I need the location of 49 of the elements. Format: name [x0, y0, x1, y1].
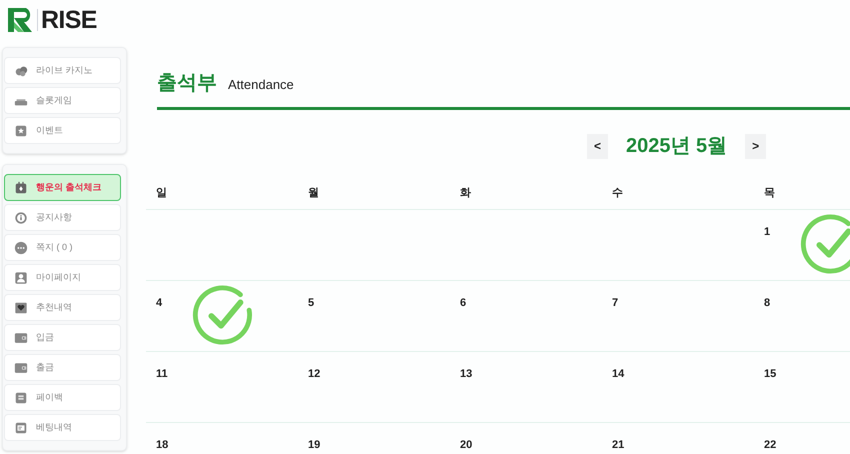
- weekday-label: 수: [612, 186, 623, 198]
- sidebar-item[interactable]: 슬롯게임: [4, 87, 121, 114]
- sidebar-item[interactable]: 페이백: [4, 384, 121, 411]
- day-number: 1: [764, 226, 770, 238]
- day-number: 12: [308, 368, 320, 380]
- day-number: 5: [308, 297, 314, 309]
- sidebar-item[interactable]: 행운의 출석체크: [4, 174, 121, 201]
- sidebar-item[interactable]: 베팅내역: [4, 414, 121, 441]
- day-number: 15: [764, 368, 776, 380]
- day-number: 8: [764, 297, 770, 309]
- day-number: 19: [308, 439, 320, 451]
- day-number: 11: [156, 368, 168, 380]
- weekday-label: 월: [308, 186, 319, 198]
- page-subtitle: Attendance: [228, 76, 294, 94]
- calendar-icon: [14, 180, 28, 194]
- sidebar-item[interactable]: 마이페이지: [4, 264, 121, 291]
- previous-month-button[interactable]: <: [587, 134, 608, 158]
- wallet-icon: [14, 330, 28, 344]
- wallet-icon: [14, 360, 28, 374]
- day-number: 22: [764, 439, 776, 451]
- day-number: 18: [156, 439, 168, 451]
- weekday-label: 화: [460, 186, 471, 198]
- day-number: 21: [612, 439, 624, 451]
- day-number: 6: [460, 297, 466, 309]
- receipt-icon: [14, 390, 28, 404]
- sidebar-item[interactable]: 공지사항: [4, 204, 121, 231]
- sidebar-item[interactable]: 라이브 카지노: [4, 57, 121, 84]
- logo-icon: [8, 8, 34, 32]
- page-title: 출석부: [157, 71, 217, 96]
- sidebar-item[interactable]: 쪽지 ( 0 ): [4, 234, 121, 261]
- chat-bubble-icon: [14, 240, 28, 254]
- logo-text: RISE: [41, 8, 97, 32]
- sidebar-item[interactable]: 이벤트: [4, 117, 121, 144]
- next-month-button[interactable]: >: [745, 134, 766, 158]
- day-number: 7: [612, 297, 618, 309]
- day-number: 4: [156, 297, 162, 309]
- sidebar-item[interactable]: 추천내역: [4, 294, 121, 321]
- list-icon: [14, 420, 28, 434]
- sidebar-item[interactable]: 출금: [4, 354, 121, 381]
- chips-icon: [14, 64, 28, 78]
- day-number: 20: [460, 439, 472, 451]
- user-icon: [14, 270, 28, 284]
- weekday-label: 일: [156, 186, 167, 198]
- month-title: 2025년 5월: [626, 134, 728, 159]
- info-icon: [14, 210, 28, 224]
- weekday-label: 목: [764, 186, 775, 198]
- sidebar-item[interactable]: 입금: [4, 324, 121, 351]
- day-number: 13: [460, 368, 472, 380]
- day-number: 14: [612, 368, 624, 380]
